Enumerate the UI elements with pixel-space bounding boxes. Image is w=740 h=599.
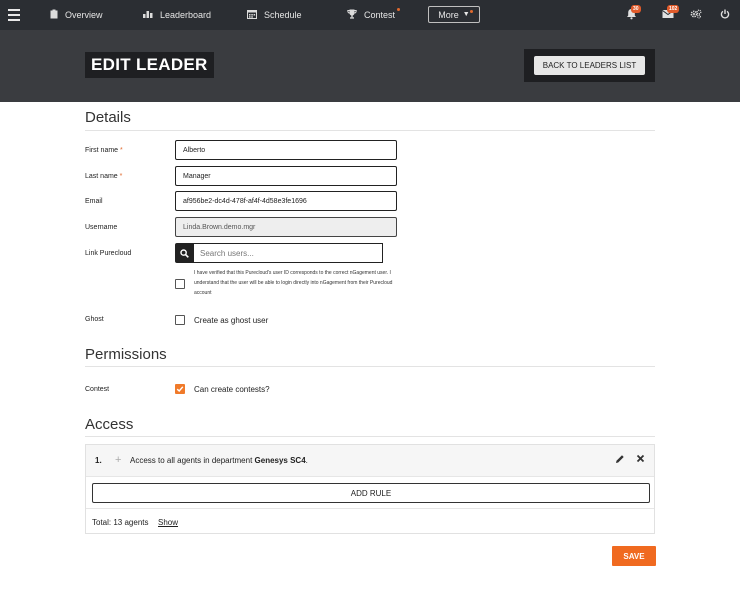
link-purecloud-label: Link Purecloud xyxy=(85,250,132,257)
last-name-label: Last name * xyxy=(85,173,122,180)
access-divider xyxy=(85,436,655,437)
gears-icon xyxy=(690,9,702,22)
expand-plus-icon[interactable]: + xyxy=(115,454,121,466)
notifications-button[interactable]: 30 xyxy=(626,0,641,30)
nav-item-schedule[interactable]: Schedule xyxy=(247,0,302,30)
access-heading: Access xyxy=(85,416,134,433)
messages-badge: 102 xyxy=(667,5,680,13)
page-title: EDIT LEADER xyxy=(85,52,214,78)
can-create-contests-label[interactable]: Can create contests? xyxy=(194,385,270,394)
notifications-badge: 30 xyxy=(631,5,641,13)
verify-text: I have verified that this Purecloud's us… xyxy=(194,270,393,296)
caret-down-icon: ▼ xyxy=(462,11,470,18)
verify-checkbox[interactable] xyxy=(175,279,185,289)
show-agents-link[interactable]: Show xyxy=(158,518,178,527)
search-users-input[interactable]: Search users... xyxy=(194,243,383,263)
rule-number: 1. xyxy=(95,456,102,465)
rule-text-suffix: . xyxy=(305,456,308,465)
calendar-icon xyxy=(247,9,257,22)
checkmark-icon xyxy=(176,386,184,393)
bar-chart-icon xyxy=(143,10,153,21)
rule-department: Genesys SC4 xyxy=(254,456,306,465)
ghost-checkbox[interactable] xyxy=(175,315,185,325)
email-label: Email xyxy=(85,198,103,205)
pencil-icon[interactable] xyxy=(615,454,625,467)
rule-description: Access to all agents in department Genes… xyxy=(130,456,308,465)
more-notification-dot xyxy=(470,10,473,13)
logout-button[interactable] xyxy=(720,0,730,30)
details-divider xyxy=(85,130,655,131)
username-field: Linda.Brown.demo.mgr xyxy=(175,217,397,237)
can-create-contests-checkbox[interactable] xyxy=(175,384,185,394)
nav-label-overview: Overview xyxy=(65,10,103,20)
first-name-label-text: First name xyxy=(85,147,119,154)
nav-item-overview[interactable]: Overview xyxy=(50,0,103,30)
last-name-field[interactable]: Manager xyxy=(175,166,397,186)
power-icon xyxy=(720,9,730,22)
permissions-divider xyxy=(85,366,655,367)
nav-item-leaderboard[interactable]: Leaderboard xyxy=(143,0,211,30)
back-to-leaders-button[interactable]: BACK TO LEADERS LIST xyxy=(534,56,645,75)
add-rule-button[interactable]: ADD RULE xyxy=(92,483,650,503)
total-agents-text: Total: 13 agents xyxy=(92,518,149,527)
menu-icon[interactable] xyxy=(8,9,20,21)
more-label: More xyxy=(438,9,459,20)
access-rules-panel: 1. + Access to all agents in department … xyxy=(85,444,655,534)
rule-text-prefix: Access to all agents in department xyxy=(130,456,255,465)
purecloud-user-search: Search users... xyxy=(175,243,383,263)
access-rule-row: 1. + Access to all agents in department … xyxy=(86,445,654,477)
clipboard-icon xyxy=(50,9,58,22)
top-nav: Overview Leaderboard Schedule Contest Mo… xyxy=(0,0,740,30)
save-button[interactable]: SAVE xyxy=(612,546,656,566)
email-field[interactable]: af956be2-dc4d-478f-af4f-4d58e3fe1696 xyxy=(175,191,397,211)
messages-button[interactable]: 102 xyxy=(662,0,680,30)
username-label: Username xyxy=(85,224,118,231)
contest-label: Contest xyxy=(85,386,110,393)
permissions-heading: Permissions xyxy=(85,346,167,363)
contest-notification-dot xyxy=(397,8,401,11)
nav-label-contest: Contest xyxy=(364,10,396,20)
back-button-container: BACK TO LEADERS LIST xyxy=(524,49,655,82)
total-agents-row: Total: 13 agents Show xyxy=(86,508,654,534)
close-icon[interactable] xyxy=(636,454,645,466)
ghost-checkbox-label[interactable]: Create as ghost user xyxy=(194,316,268,325)
settings-button[interactable] xyxy=(690,0,702,30)
last-name-label-text: Last name xyxy=(85,173,118,180)
trophy-icon xyxy=(347,9,357,22)
ghost-label: Ghost xyxy=(85,316,104,323)
more-dropdown[interactable]: More ▼ xyxy=(428,6,480,23)
details-heading: Details xyxy=(85,109,131,126)
required-mark: * xyxy=(120,147,123,154)
first-name-field[interactable]: Alberto xyxy=(175,140,397,160)
nav-label-schedule: Schedule xyxy=(264,10,302,20)
first-name-label: First name * xyxy=(85,147,123,154)
required-mark: * xyxy=(119,173,123,180)
nav-item-contest[interactable]: Contest xyxy=(347,0,401,30)
nav-label-leaderboard: Leaderboard xyxy=(160,10,212,20)
search-icon xyxy=(180,248,189,258)
search-button[interactable] xyxy=(175,243,194,263)
